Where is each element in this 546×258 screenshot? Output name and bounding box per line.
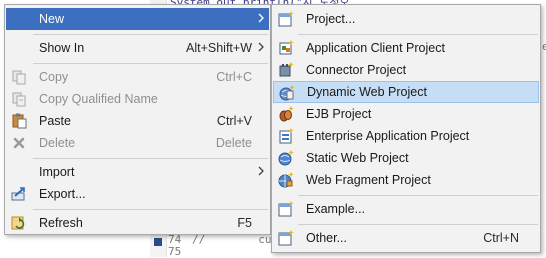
- menu-item-label: Application Client Project: [306, 41, 445, 55]
- menu-separator: [33, 158, 268, 159]
- menu-item-label: Show In: [39, 41, 85, 55]
- context-menu: New Show In Alt+Shift+W Copy Ctrl+C Copy…: [4, 4, 271, 235]
- menu-separator: [33, 63, 268, 64]
- menu-item-label: New: [39, 12, 65, 26]
- menu-item-shortcut: Alt+Shift+W: [186, 41, 252, 55]
- submenu-item-static-web-project[interactable]: Static Web Project: [273, 147, 539, 169]
- menu-item-label: Export...: [39, 187, 86, 201]
- new-project-icon: [278, 11, 294, 27]
- menu-separator: [298, 34, 538, 35]
- menu-item-label: Import: [39, 165, 75, 179]
- editor-right-fragment: e: [542, 40, 546, 53]
- dynamic-web-project-icon: [279, 85, 295, 101]
- example-icon: [278, 201, 294, 217]
- connector-project-icon: [278, 62, 294, 78]
- menu-item-label: Copy Qualified Name: [39, 92, 158, 106]
- copy-qualified-name-icon: [11, 91, 27, 107]
- menu-item-shortcut: Ctrl+C: [216, 70, 252, 84]
- static-web-project-icon: [278, 150, 294, 166]
- copy-icon: [11, 69, 27, 85]
- ejb-project-icon: [278, 106, 294, 122]
- menu-item-label: Dynamic Web Project: [307, 85, 427, 99]
- menu-item-label: Connector Project: [306, 63, 407, 77]
- web-fragment-project-icon: [278, 172, 294, 188]
- submenu-item-application-client-project[interactable]: Application Client Project: [273, 37, 539, 59]
- menu-item-shortcut: Delete: [215, 136, 252, 150]
- menu-item-label: Other...: [306, 231, 347, 245]
- submenu-item-enterprise-application-project[interactable]: Enterprise Application Project: [273, 125, 539, 147]
- submenu-item-dynamic-web-project[interactable]: Dynamic Web Project: [273, 81, 539, 103]
- submenu-item-other[interactable]: Other... Ctrl+N: [273, 227, 539, 249]
- breakpoint-marker: [154, 238, 162, 246]
- submenu-item-project[interactable]: Project...: [273, 8, 539, 30]
- menu-separator: [33, 209, 268, 210]
- menu-item-label: Project...: [306, 12, 356, 26]
- delete-icon: [11, 135, 27, 151]
- menu-item-label: Refresh: [39, 216, 83, 230]
- application-client-project-icon: [278, 40, 294, 56]
- new-submenu: Project... Application Client Project Co…: [271, 4, 541, 253]
- menu-item-label: Delete: [39, 136, 76, 150]
- menu-item-export[interactable]: Export...: [6, 183, 269, 205]
- menu-item-label: Static Web Project: [306, 151, 409, 165]
- menu-item-shortcut: F5: [237, 216, 252, 230]
- menu-item-label: EJB Project: [306, 107, 372, 121]
- menu-item-copy-qualified-name[interactable]: Copy Qualified Name: [6, 88, 269, 110]
- menu-item-label: Web Fragment Project: [306, 173, 431, 187]
- menu-item-shortcut: Ctrl+N: [483, 231, 519, 245]
- menu-separator: [298, 224, 538, 225]
- submenu-item-example[interactable]: Example...: [273, 198, 539, 220]
- submenu-arrow-icon: [258, 42, 264, 52]
- menu-item-label: Enterprise Application Project: [306, 129, 470, 143]
- enterprise-application-project-icon: [278, 128, 294, 144]
- menu-item-new[interactable]: New: [6, 8, 269, 30]
- export-icon: [11, 186, 27, 202]
- menu-item-label: Example...: [306, 202, 366, 216]
- menu-item-label: Paste: [39, 114, 71, 128]
- menu-item-copy[interactable]: Copy Ctrl+C: [6, 66, 269, 88]
- line-number-75: 75: [168, 245, 182, 258]
- menu-item-shortcut: Ctrl+V: [216, 114, 252, 128]
- other-wizard-icon: [278, 230, 294, 246]
- submenu-item-ejb-project[interactable]: EJB Project: [273, 103, 539, 125]
- submenu-item-connector-project[interactable]: Connector Project: [273, 59, 539, 81]
- paste-icon: [11, 113, 27, 129]
- menu-item-delete[interactable]: Delete Delete: [6, 132, 269, 154]
- refresh-icon: [11, 215, 27, 231]
- menu-separator: [33, 34, 268, 35]
- menu-item-label: Copy: [39, 70, 69, 84]
- menu-separator: [298, 195, 538, 196]
- submenu-item-web-fragment-project[interactable]: Web Fragment Project: [273, 169, 539, 191]
- menu-item-show-in[interactable]: Show In Alt+Shift+W: [6, 37, 269, 59]
- submenu-arrow-icon: [258, 166, 264, 176]
- menu-item-refresh[interactable]: Refresh F5: [6, 212, 269, 234]
- menu-item-paste[interactable]: Paste Ctrl+V: [6, 110, 269, 132]
- submenu-arrow-icon: [258, 13, 264, 23]
- menu-item-import[interactable]: Import: [6, 161, 269, 183]
